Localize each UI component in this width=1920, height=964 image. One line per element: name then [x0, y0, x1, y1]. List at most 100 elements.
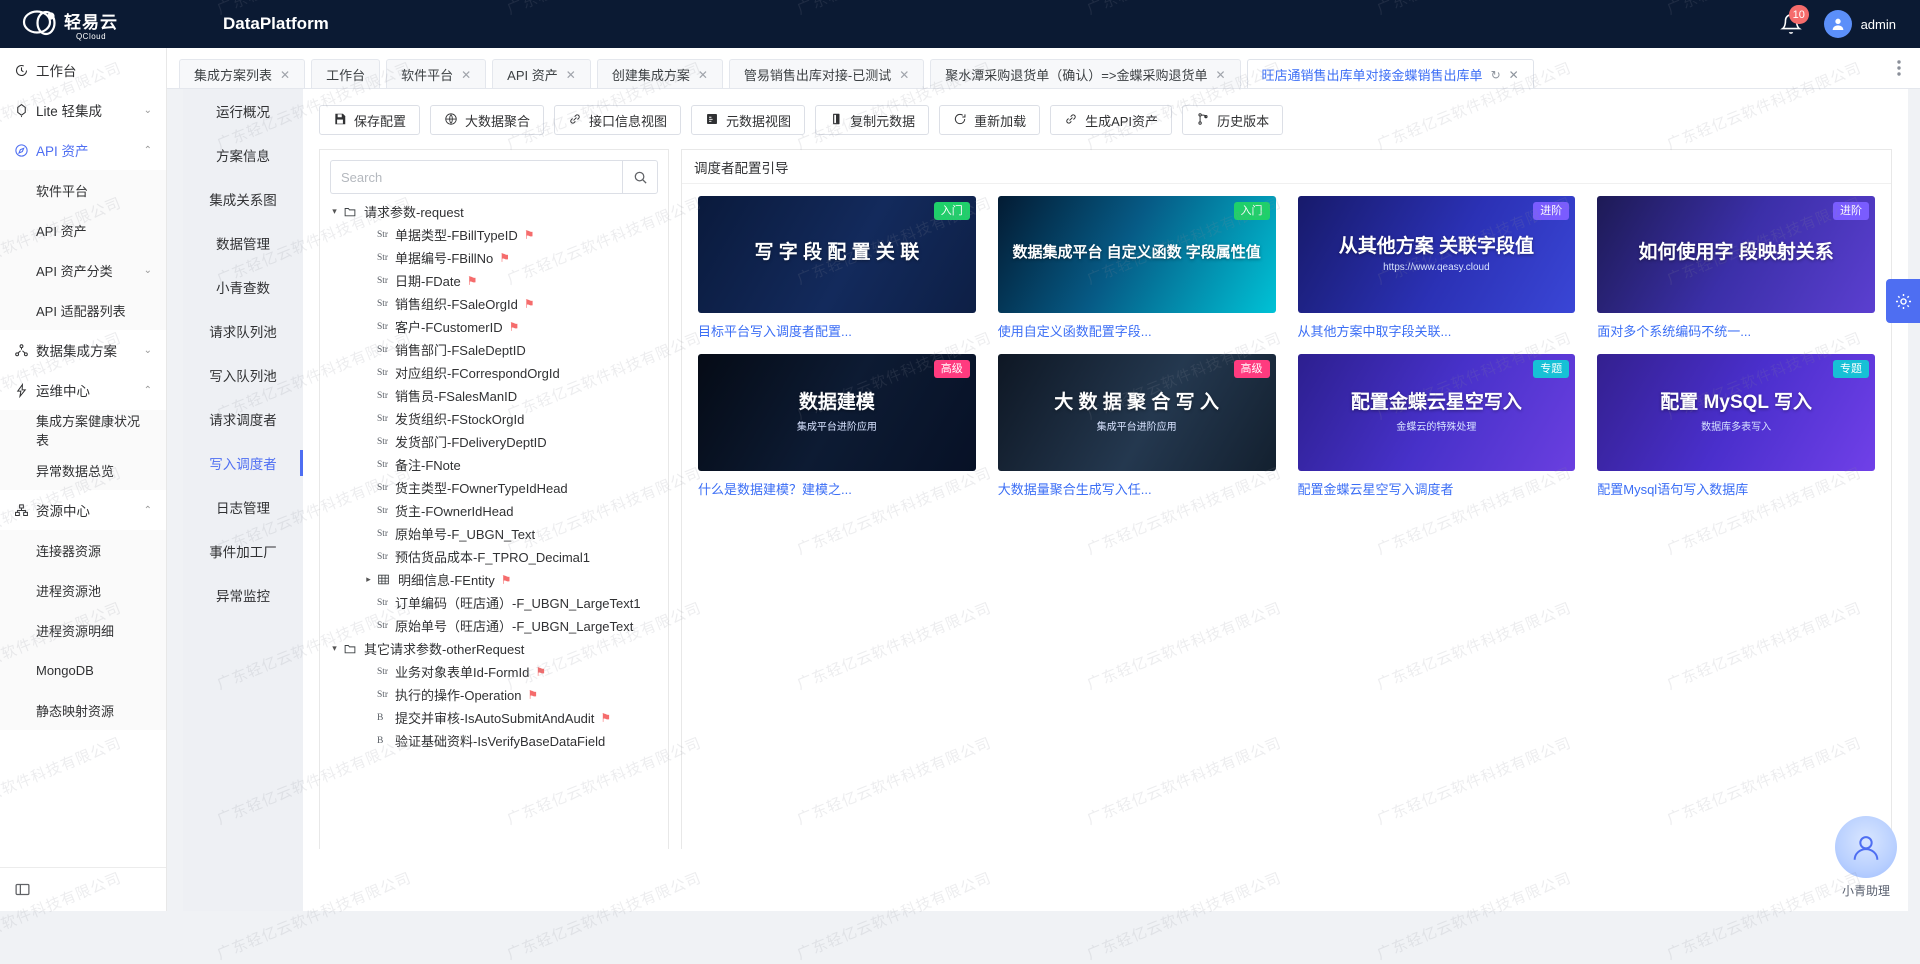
toolbar-button-1[interactable]: 大数据聚合 [430, 105, 544, 135]
guide-card-3[interactable]: 如何使用字 段映射关系进阶面对多个系统编码不统一... [1597, 196, 1875, 340]
tab-2[interactable]: 软件平台✕ [386, 59, 486, 88]
tree-node-16[interactable]: ▸明细信息-FEntity⚑ [320, 568, 668, 591]
tree-caret-icon[interactable]: ▾ [326, 206, 343, 217]
guide-card-5[interactable]: 大 数 据 聚 合 写 入集成平台进阶应用高级大数据量聚合生成写入任... [998, 354, 1276, 498]
sidebar-subitem-4-0[interactable]: 集成方案健康状况表 [0, 410, 166, 450]
inner-nav-item-3[interactable]: 数据管理 [183, 221, 303, 265]
tree-node-5[interactable]: Str客户-FCustomerID⚑ [320, 315, 668, 338]
sidebar-item-0[interactable]: 工作台 [0, 50, 166, 90]
sidebar-subitem-2-3[interactable]: API 适配器列表 [0, 290, 166, 330]
tree-node-18[interactable]: Str原始单号（旺店通）-F_UBGN_LargeText [320, 614, 668, 637]
brand-logo[interactable]: 轻易云 QCloud [0, 7, 205, 41]
tree-node-23[interactable]: B验证基础资料-IsVerifyBaseDataField [320, 729, 668, 752]
assistant-widget[interactable]: 小青助理 [1826, 816, 1906, 899]
sidebar-item-3[interactable]: 数据集成方案⌄ [0, 330, 166, 370]
type-str-icon: Str [377, 690, 393, 700]
tab-3[interactable]: API 资产✕ [492, 59, 591, 88]
tree-node-12[interactable]: Str货主类型-FOwnerTypeIdHead [320, 476, 668, 499]
inner-nav-item-6[interactable]: 写入队列池 [183, 353, 303, 397]
tab-0[interactable]: 集成方案列表✕ [179, 59, 305, 88]
guide-card-caption: 使用自定义函数配置字段... [998, 321, 1276, 340]
sidebar-subitem-5-2[interactable]: 进程资源明细 [0, 610, 166, 650]
tree-node-1[interactable]: Str单据类型-FBillTypeID⚑ [320, 223, 668, 246]
tab-7[interactable]: 旺店通销售出库单对接金蝶销售出库单↻✕ [1247, 59, 1534, 88]
toolbar-button-4[interactable]: 复制元数据 [815, 105, 929, 135]
sidebar-subitem-5-0[interactable]: 连接器资源 [0, 530, 166, 570]
sidebar-item-2[interactable]: API 资产⌃ [0, 130, 166, 170]
tree-node-10[interactable]: Str发货部门-FDeliveryDeptID [320, 430, 668, 453]
tab-4[interactable]: 创建集成方案✕ [597, 59, 723, 88]
tab-1[interactable]: 工作台 [311, 59, 380, 88]
inner-nav-item-11[interactable]: 异常监控 [183, 573, 303, 617]
toolbar-button-2[interactable]: 接口信息视图 [554, 105, 681, 135]
sidebar-item-5[interactable]: 资源中心⌃ [0, 490, 166, 530]
guide-card-6[interactable]: 配置金蝶云星空写入金蝶云的特殊处理专题配置金蝶云星空写入调度者 [1298, 354, 1576, 498]
inner-nav-item-8[interactable]: 写入调度者 [183, 441, 303, 485]
tab-close-icon[interactable]: ✕ [461, 68, 471, 82]
tab-close-icon[interactable]: ✕ [566, 68, 576, 82]
inner-nav-item-1[interactable]: 方案信息 [183, 133, 303, 177]
guide-card-0[interactable]: 写 字 段 配 置 关 联入门目标平台写入调度者配置... [698, 196, 976, 340]
tree-node-19[interactable]: ▾其它请求参数-otherRequest [320, 637, 668, 660]
tree-node-11[interactable]: Str备注-FNote [320, 453, 668, 476]
inner-nav-item-0[interactable]: 运行概况 [183, 89, 303, 133]
tree-node-8[interactable]: Str销售员-FSalesManID [320, 384, 668, 407]
guide-card-1[interactable]: 数据集成平台 自定义函数 字段属性值入门使用自定义函数配置字段... [998, 196, 1276, 340]
toolbar-button-0[interactable]: 保存配置 [319, 105, 420, 135]
user-menu[interactable]: admin [1824, 10, 1896, 38]
tree-node-6[interactable]: Str销售部门-FSaleDeptID [320, 338, 668, 361]
inner-nav-item-4[interactable]: 小青查数 [183, 265, 303, 309]
search-input[interactable] [330, 160, 622, 194]
inner-nav-item-10[interactable]: 事件加工厂 [183, 529, 303, 573]
tree-node-14[interactable]: Str原始单号-F_UBGN_Text [320, 522, 668, 545]
tree-caret-icon[interactable]: ▾ [326, 643, 343, 654]
tab-close-icon[interactable]: ✕ [899, 68, 909, 82]
toolbar-button-7[interactable]: 历史版本 [1182, 105, 1283, 135]
tree-node-3[interactable]: Str日期-FDate⚑ [320, 269, 668, 292]
tree-node-4[interactable]: Str销售组织-FSaleOrgId⚑ [320, 292, 668, 315]
tree-node-17[interactable]: Str订单编码（旺店通）-F_UBGN_LargeText1 [320, 591, 668, 614]
tree-node-0[interactable]: ▾请求参数-request [320, 200, 668, 223]
tab-overflow-button[interactable] [1878, 48, 1920, 88]
tab-5[interactable]: 管易销售出库对接-已测试✕ [729, 59, 924, 88]
guide-card-2[interactable]: 从其他方案 关联字段值https://www.qeasy.cloud进阶从其他方… [1298, 196, 1576, 340]
sidebar-subitem-5-3[interactable]: MongoDB [0, 650, 166, 690]
settings-floating-button[interactable] [1886, 279, 1920, 323]
toolbar-button-3[interactable]: 元数据视图 [691, 105, 805, 135]
toolbar-button-5[interactable]: 重新加载 [939, 105, 1040, 135]
sidebar-subitem-5-4[interactable]: 静态映射资源 [0, 690, 166, 730]
tree-node-20[interactable]: Str业务对象表单Id-FormId⚑ [320, 660, 668, 683]
tree-node-2[interactable]: Str单据编号-FBillNo⚑ [320, 246, 668, 269]
inner-nav-item-9[interactable]: 日志管理 [183, 485, 303, 529]
tab-close-icon[interactable]: ✕ [698, 68, 708, 82]
tree-caret-icon[interactable]: ▸ [360, 574, 377, 585]
guide-card-7[interactable]: 配置 MySQL 写入数据库多表写入专题配置Mysql语句写入数据库 [1597, 354, 1875, 498]
inner-nav-item-5[interactable]: 请求队列池 [183, 309, 303, 353]
sidebar-subitem-2-2[interactable]: API 资产分类⌄ [0, 250, 166, 290]
sidebar-subitem-2-1[interactable]: API 资产 [0, 210, 166, 250]
sidebar-subitem-2-0[interactable]: 软件平台 [0, 170, 166, 210]
notifications-button[interactable]: 10 [1780, 13, 1802, 35]
tab-6[interactable]: 聚水潭采购退货单（确认）=>金蝶采购退货单✕ [930, 59, 1240, 88]
guide-card-4[interactable]: 数据建模集成平台进阶应用高级什么是数据建模？建模之... [698, 354, 976, 498]
tree-node-22[interactable]: B提交并审核-IsAutoSubmitAndAudit⚑ [320, 706, 668, 729]
inner-nav-item-7[interactable]: 请求调度者 [183, 397, 303, 441]
tree-node-label: 客户-FCustomerID [395, 317, 503, 336]
tree-node-15[interactable]: Str预估货品成本-F_TPRO_Decimal1 [320, 545, 668, 568]
tree-node-21[interactable]: Str执行的操作-Operation⚑ [320, 683, 668, 706]
sidebar-collapse-button[interactable] [0, 867, 166, 911]
tab-refresh-icon[interactable]: ↻ [1491, 68, 1501, 82]
sidebar-item-1[interactable]: Lite 轻集成⌄ [0, 90, 166, 130]
toolbar-button-6[interactable]: 生成API资产 [1050, 105, 1172, 135]
tab-close-icon[interactable]: ✕ [1509, 68, 1519, 82]
sidebar-subitem-5-1[interactable]: 进程资源池 [0, 570, 166, 610]
tree-node-7[interactable]: Str对应组织-FCorrespondOrgId [320, 361, 668, 384]
tree-node-13[interactable]: Str货主-FOwnerIdHead [320, 499, 668, 522]
sidebar-item-4[interactable]: 运维中心⌃ [0, 370, 166, 410]
search-button[interactable] [622, 160, 658, 194]
tab-close-icon[interactable]: ✕ [280, 68, 290, 82]
tree-node-9[interactable]: Str发货组织-FStockOrgId [320, 407, 668, 430]
sidebar-subitem-4-1[interactable]: 异常数据总览 [0, 450, 166, 490]
tab-close-icon[interactable]: ✕ [1215, 68, 1225, 82]
inner-nav-item-2[interactable]: 集成关系图 [183, 177, 303, 221]
